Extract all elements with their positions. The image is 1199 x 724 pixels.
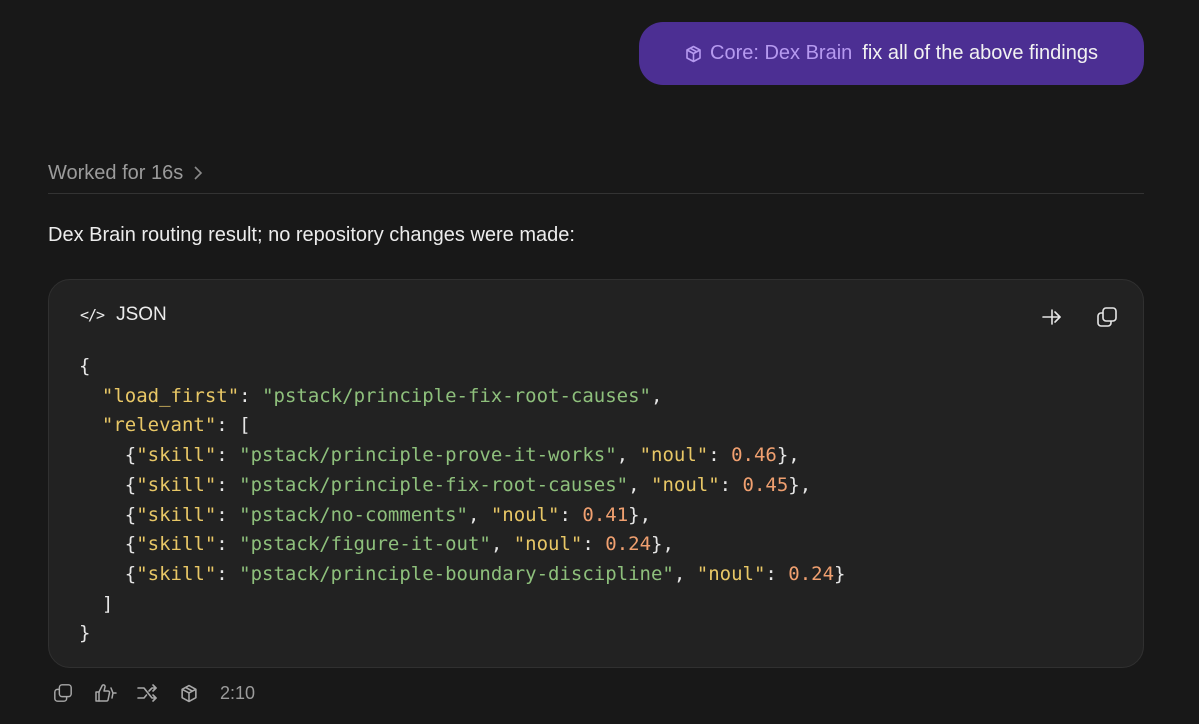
- code-token: :: [559, 503, 583, 526]
- code-icon: </>: [80, 306, 105, 324]
- code-token: "relevant": [101, 414, 217, 437]
- code-token: "pstack/figure-it-out": [239, 533, 491, 556]
- code-token: ,: [490, 533, 514, 556]
- code-line: {"skill": "pstack/figure-it-out", "noul"…: [79, 530, 846, 560]
- code-line: "relevant": [: [79, 411, 846, 441]
- code-token: :: [216, 473, 240, 496]
- code-token: {: [79, 533, 137, 556]
- context-chip-label: Core: Dex Brain: [710, 42, 853, 64]
- cube-icon: [686, 45, 701, 62]
- code-line: {"skill": "pstack/principle-boundary-dis…: [79, 560, 846, 590]
- code-token: 0.41: [582, 503, 629, 526]
- code-token: "skill": [136, 562, 217, 585]
- code-token: {: [79, 355, 91, 377]
- code-line: {"skill": "pstack/principle-prove-it-wor…: [79, 441, 846, 471]
- code-token: {: [79, 444, 137, 467]
- code-token: },: [776, 444, 800, 467]
- code-token: },: [628, 503, 652, 526]
- code-language-label: JSON: [116, 304, 167, 325]
- worked-toggle[interactable]: Worked for 16s: [48, 158, 203, 188]
- code-token: "skill": [136, 444, 217, 467]
- code-line: {"skill": "pstack/no-comments", "noul": …: [79, 501, 846, 531]
- code-token: :: [216, 562, 240, 585]
- code-token: "skill": [136, 473, 217, 496]
- code-token: "noul": [513, 533, 583, 556]
- code-line: "load_first": "pstack/principle-fix-root…: [79, 382, 846, 412]
- context-chip[interactable]: Core: Dex Brain: [685, 42, 852, 65]
- cube-icon: [181, 684, 197, 702]
- code-token: 0.24: [788, 562, 835, 585]
- worked-label: Worked for 16s: [48, 161, 184, 184]
- code-token: },: [651, 533, 674, 556]
- code-token: 0.46: [731, 444, 777, 467]
- code-block-header: </> JSON: [80, 304, 167, 326]
- code-line: {"skill": "pstack/principle-fix-root-cau…: [79, 471, 846, 501]
- wrap-lines-button[interactable]: [1039, 304, 1065, 330]
- code-token: },: [788, 473, 812, 496]
- code-token: {: [79, 503, 137, 526]
- code-token: :: [216, 503, 240, 526]
- divider: [48, 193, 1144, 194]
- code-token: ]: [79, 592, 114, 615]
- code-token: : [: [216, 414, 251, 437]
- code-line: {: [79, 352, 846, 382]
- code-content: { "load_first": "pstack/principle-fix-ro…: [79, 352, 846, 649]
- code-token: }: [834, 562, 846, 585]
- code-token: "pstack/principle-prove-it-works": [239, 444, 617, 467]
- code-token: "pstack/principle-fix-root-causes": [239, 473, 629, 496]
- code-token: "load_first": [101, 384, 240, 407]
- thumbs-icon: [95, 684, 117, 702]
- code-token: :: [719, 473, 743, 496]
- code-token: {: [79, 562, 137, 585]
- code-token: :: [582, 533, 606, 556]
- code-token: "skill": [136, 533, 217, 556]
- code-token: {: [79, 473, 137, 496]
- code-token: :: [216, 533, 240, 556]
- message-actions: 2:10: [50, 680, 255, 706]
- copy-message-button[interactable]: [50, 680, 76, 706]
- code-token: ,: [616, 444, 640, 467]
- code-token: ,: [673, 562, 697, 585]
- chevron-right-icon: [194, 166, 203, 180]
- copy-code-button[interactable]: [1094, 304, 1120, 330]
- code-token: "pstack/principle-boundary-discipline": [239, 562, 674, 585]
- copy-icon: [54, 684, 72, 702]
- feedback-button[interactable]: [92, 680, 118, 706]
- code-token: :: [239, 384, 263, 407]
- code-token: :: [708, 444, 732, 467]
- branch-button[interactable]: [134, 680, 160, 706]
- code-token: "pstack/no-comments": [239, 503, 468, 526]
- code-token: "noul": [639, 444, 709, 467]
- code-token: :: [765, 562, 789, 585]
- code-token: "noul": [696, 562, 766, 585]
- code-token: 0.45: [742, 473, 789, 496]
- copy-icon: [1097, 307, 1117, 327]
- code-token: }: [79, 622, 91, 645]
- user-message-text: fix all of the above findings: [862, 42, 1098, 64]
- wrap-icon: [1042, 309, 1061, 325]
- assistant-answer-text: Dex Brain routing result; no repository …: [48, 224, 575, 246]
- code-line: }: [79, 619, 846, 649]
- code-token: "skill": [136, 503, 217, 526]
- code-token: :: [216, 444, 240, 467]
- code-line: ]: [79, 590, 846, 620]
- branch-icon: [137, 684, 157, 702]
- code-token: "noul": [490, 503, 560, 526]
- code-token: ,: [651, 384, 663, 407]
- code-token: 0.24: [605, 533, 652, 556]
- code-token: "pstack/principle-fix-root-causes": [262, 384, 651, 407]
- code-block: </> JSON { "load_first": "pstack/princip…: [48, 279, 1144, 668]
- user-message-bubble: Core: Dex Brain fix all of the above fin…: [639, 22, 1144, 85]
- code-token: "noul": [651, 473, 720, 496]
- message-timestamp: 2:10: [220, 682, 256, 703]
- code-token: ,: [628, 473, 651, 496]
- brain-context-button[interactable]: [176, 680, 202, 706]
- code-token: ,: [467, 503, 491, 526]
